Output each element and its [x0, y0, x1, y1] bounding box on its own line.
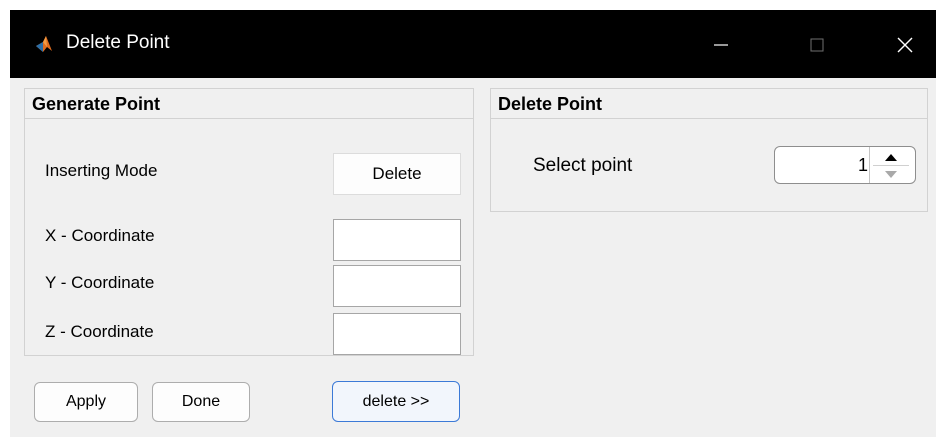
- x-coordinate-input[interactable]: [333, 219, 461, 261]
- close-icon[interactable]: [888, 28, 922, 62]
- select-point-label: Select point: [533, 155, 633, 176]
- generate-point-title: Generate Point: [25, 89, 473, 119]
- matlab-icon: [34, 34, 54, 54]
- z-coordinate-label: Z - Coordinate: [45, 322, 154, 341]
- y-coordinate-label: Y - Coordinate: [45, 273, 155, 292]
- z-coordinate-input[interactable]: [333, 313, 461, 355]
- dialog-window: Delete Point Generate Point Inserting Mo…: [10, 10, 936, 437]
- inserting-mode-label: Inserting Mode: [45, 161, 158, 180]
- generate-point-panel: Generate Point Inserting Mode Delete X -…: [24, 88, 474, 356]
- maximize-icon[interactable]: [800, 28, 834, 62]
- delete-toggle-button[interactable]: delete >>: [332, 381, 460, 422]
- spinner-divider: [869, 147, 870, 183]
- y-coordinate-input[interactable]: [333, 265, 461, 307]
- select-point-value[interactable]: 1: [858, 155, 868, 176]
- spin-down-icon[interactable]: [873, 166, 909, 182]
- spin-up-icon[interactable]: [873, 149, 909, 165]
- title-bar[interactable]: Delete Point: [10, 10, 936, 78]
- delete-point-title: Delete Point: [491, 89, 927, 119]
- x-coordinate-label: X - Coordinate: [45, 226, 155, 245]
- done-button[interactable]: Done: [152, 382, 250, 422]
- inserting-mode-button[interactable]: Delete: [333, 153, 461, 195]
- window-title: Delete Point: [66, 32, 170, 53]
- minimize-icon[interactable]: [704, 28, 738, 62]
- apply-button[interactable]: Apply: [34, 382, 138, 422]
- select-point-spinner[interactable]: 1: [774, 146, 916, 184]
